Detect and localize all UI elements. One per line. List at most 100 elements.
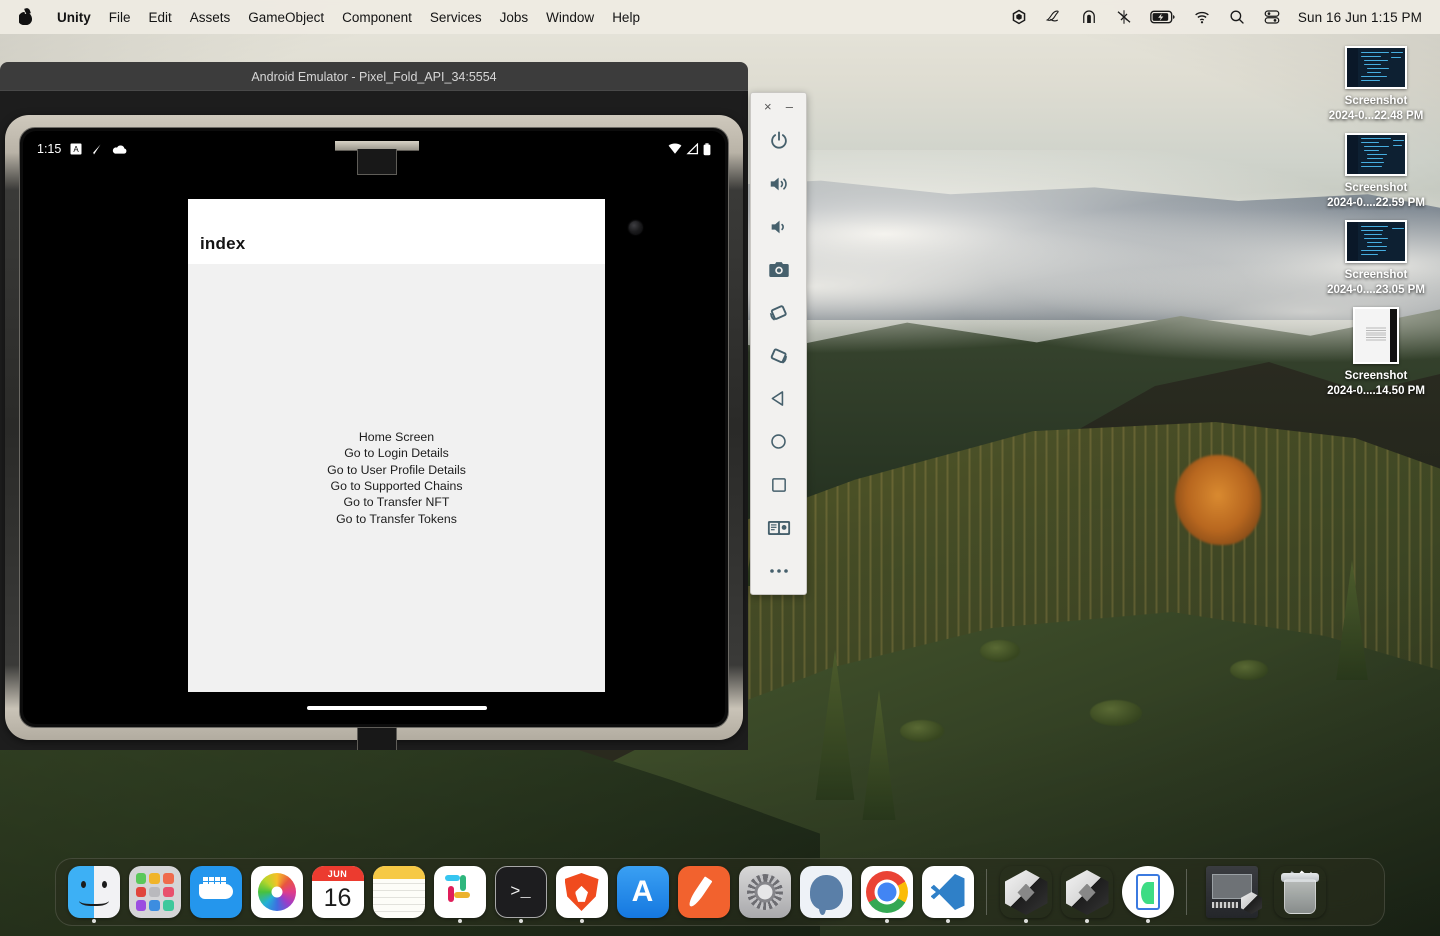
battery-icon bbox=[703, 142, 711, 155]
menu-item-jobs[interactable]: Jobs bbox=[491, 8, 538, 27]
dock-item-chrome[interactable] bbox=[857, 858, 916, 926]
android-app-window[interactable]: index Home Screen Go to Login Details Go… bbox=[188, 199, 605, 692]
desktop-icon-label: Screenshot 2024-0...22.48 PM bbox=[1328, 95, 1424, 122]
dock-item-finder[interactable] bbox=[64, 858, 123, 926]
back-button[interactable] bbox=[750, 377, 807, 420]
wifi-icon bbox=[668, 143, 682, 154]
running-indicator bbox=[1023, 919, 1028, 923]
unity-editor-icon bbox=[1061, 866, 1113, 918]
terminal-icon: >_ bbox=[494, 866, 547, 918]
rotate-left-button[interactable] bbox=[750, 291, 807, 334]
menu-item-unity[interactable]: Unity bbox=[48, 8, 100, 27]
app-store-icon: A bbox=[616, 866, 669, 918]
android-screen[interactable]: 1:15 A index Home Screen Go to Login Det… bbox=[23, 131, 725, 724]
battery-charging-icon[interactable] bbox=[1150, 8, 1176, 26]
emulator-window-controls: × – bbox=[751, 93, 806, 119]
menu-item-window[interactable]: Window bbox=[537, 8, 603, 27]
rotate-right-button[interactable] bbox=[750, 334, 807, 377]
dock-item-system-settings[interactable] bbox=[735, 858, 794, 926]
search-icon[interactable] bbox=[1228, 8, 1246, 26]
android-emulator-window[interactable]: Android Emulator - Pixel_Fold_API_34:555… bbox=[0, 62, 748, 750]
dock-item-minimized-unity-window[interactable] bbox=[1196, 858, 1268, 926]
dock-item-vscode[interactable] bbox=[918, 858, 977, 926]
volume-up-button[interactable] bbox=[750, 162, 807, 205]
dock-item-trash[interactable] bbox=[1270, 858, 1329, 926]
dock-item-android-studio[interactable] bbox=[1118, 858, 1177, 926]
desktop-icon-screenshot-4[interactable]: Screenshot 2024-0....14.50 PM bbox=[1306, 307, 1440, 398]
device-frame: 1:15 A index Home Screen Go to Login Det… bbox=[5, 115, 743, 750]
screenshot-button[interactable] bbox=[750, 248, 807, 291]
running-indicator bbox=[945, 919, 950, 923]
dock-item-terminal[interactable]: >_ bbox=[491, 858, 550, 926]
running-indicator bbox=[457, 919, 462, 923]
dock-item-postman[interactable] bbox=[674, 858, 733, 926]
menu-item-assets[interactable]: Assets bbox=[181, 8, 240, 27]
photos-icon bbox=[250, 866, 303, 918]
app-content-area: Home Screen Go to Login Details Go to Us… bbox=[188, 264, 605, 692]
more-button[interactable] bbox=[750, 549, 807, 592]
app-link-user-profile-details[interactable]: Go to User Profile Details bbox=[327, 462, 466, 478]
menu-item-file[interactable]: File bbox=[100, 8, 140, 27]
menu-item-gameobject[interactable]: GameObject bbox=[239, 8, 333, 27]
fold-device-button[interactable] bbox=[750, 506, 807, 549]
close-icon[interactable]: × bbox=[764, 100, 772, 113]
app-link-transfer-tokens[interactable]: Go to Transfer Tokens bbox=[336, 511, 457, 527]
android-gesture-nav-bar[interactable] bbox=[188, 692, 605, 724]
android-studio-icon bbox=[1121, 866, 1174, 918]
tunnel-icon[interactable] bbox=[1080, 8, 1098, 26]
cloud-icon bbox=[113, 144, 127, 154]
menu-item-help[interactable]: Help bbox=[603, 8, 649, 27]
notes-icon bbox=[372, 866, 425, 918]
menu-item-services[interactable]: Services bbox=[421, 8, 491, 27]
screenshot-camera-icon bbox=[768, 261, 789, 277]
emulator-title-bar[interactable]: Android Emulator - Pixel_Fold_API_34:555… bbox=[0, 62, 748, 91]
macos-dock: JUN 16 >_ A bbox=[55, 858, 1385, 926]
app-link-login-details[interactable]: Go to Login Details bbox=[344, 445, 449, 461]
brave-icon bbox=[555, 866, 608, 918]
desktop-icon-screenshot-2[interactable]: Screenshot 2024-0....22.59 PM bbox=[1306, 133, 1440, 210]
script-icon[interactable] bbox=[1045, 8, 1063, 26]
menu-bar-status-area: Sun 16 Jun 1:15 PM bbox=[1010, 8, 1428, 26]
power-button[interactable] bbox=[750, 119, 807, 162]
menu-item-component[interactable]: Component bbox=[333, 8, 421, 27]
running-indicator bbox=[579, 919, 584, 923]
menu-item-edit[interactable]: Edit bbox=[140, 8, 181, 27]
macos-menu-bar: Unity File Edit Assets GameObject Compon… bbox=[0, 0, 1440, 34]
bluetooth-off-icon[interactable] bbox=[1115, 8, 1133, 26]
menu-bar-clock[interactable]: Sun 16 Jun 1:15 PM bbox=[1298, 10, 1422, 25]
running-indicator bbox=[1084, 919, 1089, 923]
android-clock: 1:15 bbox=[37, 142, 62, 156]
finder-icon bbox=[67, 866, 120, 918]
calendar-day: 16 bbox=[323, 884, 352, 912]
screenshot-thumbnail bbox=[1345, 46, 1407, 89]
dock-item-app-store[interactable]: A bbox=[613, 858, 672, 926]
desktop-icon-screenshot-1[interactable]: Screenshot 2024-0...22.48 PM bbox=[1306, 46, 1440, 123]
volume-down-button[interactable] bbox=[750, 205, 807, 248]
control-center-icon[interactable] bbox=[1263, 8, 1281, 26]
desktop-icon-screenshot-3[interactable]: Screenshot 2024-0....23.05 PM bbox=[1306, 220, 1440, 297]
dock-item-docker[interactable] bbox=[186, 858, 245, 926]
dock-item-pgadmin[interactable] bbox=[796, 858, 855, 926]
dock-item-slack[interactable] bbox=[430, 858, 489, 926]
apple-menu-icon[interactable] bbox=[18, 8, 34, 26]
dock-item-unity-editor[interactable] bbox=[1057, 858, 1116, 926]
dock-item-calendar[interactable]: JUN 16 bbox=[308, 858, 367, 926]
dock-item-unity-hub[interactable] bbox=[996, 858, 1055, 926]
dock-item-brave[interactable] bbox=[552, 858, 611, 926]
device-hinge-notch-bottom bbox=[357, 727, 397, 750]
terminal-prompt-glyph: >_ bbox=[510, 882, 531, 902]
unity-icon[interactable] bbox=[1010, 8, 1028, 26]
dock-item-launchpad[interactable] bbox=[125, 858, 184, 926]
slack-icon bbox=[433, 866, 486, 918]
svg-text:A: A bbox=[74, 145, 80, 154]
home-button[interactable] bbox=[750, 420, 807, 463]
gesture-home-pill[interactable] bbox=[306, 706, 487, 710]
wifi-icon[interactable] bbox=[1193, 8, 1211, 26]
minimize-icon[interactable]: – bbox=[786, 100, 793, 113]
app-link-transfer-nft[interactable]: Go to Transfer NFT bbox=[344, 494, 450, 510]
postman-icon bbox=[677, 866, 730, 918]
overview-button[interactable] bbox=[750, 463, 807, 506]
dock-item-notes[interactable] bbox=[369, 858, 428, 926]
dock-item-photos[interactable] bbox=[247, 858, 306, 926]
app-link-supported-chains[interactable]: Go to Supported Chains bbox=[331, 478, 463, 494]
